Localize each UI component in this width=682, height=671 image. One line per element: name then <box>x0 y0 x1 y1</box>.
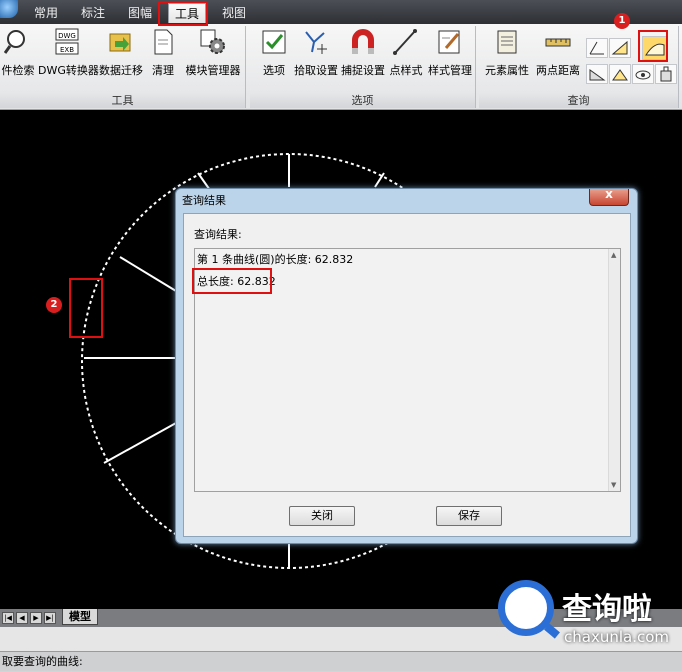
area-icon <box>589 69 606 81</box>
file-search-label: 件检索 <box>1 64 35 77</box>
tab-model[interactable]: 模型 <box>62 609 98 625</box>
dwg-converter-label: DWG转换器 <box>38 64 99 77</box>
highlight-query-length <box>638 30 668 62</box>
inertia-icon <box>635 70 651 80</box>
magnet-icon <box>352 29 374 54</box>
element-properties-button[interactable]: 元素属性 <box>483 28 531 84</box>
scroll-down-icon[interactable]: ▼ <box>611 481 616 489</box>
module-manager-button[interactable]: 模块管理器 <box>182 28 244 84</box>
highlight-curve <box>69 278 103 338</box>
tab-frame[interactable]: 图幅 <box>124 3 156 23</box>
module-manager-label: 模块管理器 <box>185 64 241 77</box>
query-angle-button[interactable] <box>586 38 608 58</box>
watermark-q-icon <box>498 580 554 636</box>
scroll-up-icon[interactable]: ▲ <box>611 251 616 259</box>
file-search-button[interactable]: 件检索 <box>0 28 36 84</box>
data-migration-label: 数据迁移 <box>99 64 143 77</box>
watermark-logo: 查询啦 chaxunla.com <box>498 578 674 658</box>
options-button[interactable]: 选项 <box>256 28 292 84</box>
purge-button[interactable]: 清理 <box>146 28 180 84</box>
ribbon-panel: 件检索 DWG EXB DWG转换器 数据迁移 清理 模块管理器 工具 选项 拾取… <box>0 24 682 110</box>
result-scrollbar[interactable]: ▲ ▼ <box>608 249 620 491</box>
watermark-en-text: chaxunla.com <box>564 628 669 646</box>
query-centroid-button[interactable] <box>609 64 631 84</box>
two-point-distance-button[interactable]: 两点距离 <box>534 28 582 84</box>
query-area-button[interactable] <box>586 64 608 84</box>
group-options: 选项 拾取设置 捕捉设置 点样式 样式管理 选项 <box>250 26 476 108</box>
app-logo[interactable] <box>0 0 18 18</box>
tab-dimension[interactable]: 标注 <box>77 3 109 23</box>
purge-label: 清理 <box>152 64 174 77</box>
data-migration-button[interactable]: 数据迁移 <box>97 28 145 84</box>
snap-settings-label: 捕捉设置 <box>341 64 385 77</box>
result-label: 查询结果: <box>194 228 242 241</box>
query-weight-button[interactable] <box>655 64 677 84</box>
group-options-label: 选项 <box>250 93 475 108</box>
save-button[interactable]: 保存 <box>436 506 502 526</box>
step-badge-1: 1 <box>614 13 630 29</box>
nav-next-icon[interactable]: ▶ <box>30 612 42 624</box>
step-badge-2: 2 <box>46 297 62 313</box>
element-properties-label: 元素属性 <box>485 64 529 77</box>
tab-common[interactable]: 常用 <box>30 3 62 23</box>
checkmark-icon <box>262 30 286 54</box>
triangle-icon <box>611 40 628 55</box>
close-button[interactable]: 关闭 <box>289 506 355 526</box>
ruler-icon <box>545 38 571 47</box>
scroll-icon <box>497 30 517 54</box>
dwg-exb-icon: DWG EXB <box>55 28 79 55</box>
spoke-lower-left <box>103 422 177 464</box>
ribbon-tab-bar: 常用 标注 图幅 工具 视图 <box>0 0 682 24</box>
style-manager-button[interactable]: 样式管理 <box>426 28 474 84</box>
pick-settings-button[interactable]: 拾取设置 <box>292 28 340 84</box>
gear-icon <box>200 29 225 54</box>
document-clean-icon <box>154 29 173 55</box>
highlight-total-length <box>192 268 272 294</box>
options-label: 选项 <box>263 64 285 77</box>
nav-first-icon[interactable]: |◀ <box>2 612 14 624</box>
dialog-close-button[interactable] <box>589 187 629 206</box>
point-style-icon <box>393 29 417 55</box>
query-result-dialog: 查询结果 查询结果: 第 1 条曲线(圆)的长度: 62.832 总长度: 62… <box>175 187 638 544</box>
group-query-label: 查询 <box>479 93 678 108</box>
folder-migrate-icon <box>109 33 131 52</box>
query-inertia-button[interactable] <box>632 64 654 84</box>
result-line-1: 第 1 条曲线(圆)的长度: 62.832 <box>197 253 354 266</box>
nav-last-icon[interactable]: ▶| <box>44 612 56 624</box>
nav-prev-icon[interactable]: ◀ <box>16 612 28 624</box>
snap-settings-button[interactable]: 捕捉设置 <box>339 28 387 84</box>
point-style-button[interactable]: 点样式 <box>387 28 425 84</box>
pick-cursor-icon <box>305 31 327 54</box>
highlight-tools-tab <box>158 1 208 26</box>
magnifier-icon <box>4 30 25 54</box>
angle-icon <box>589 41 604 55</box>
group-tools: 件检索 DWG EXB DWG转换器 数据迁移 清理 模块管理器 工具 <box>0 26 246 108</box>
style-brush-icon <box>438 30 460 54</box>
dwg-converter-button[interactable]: DWG EXB DWG转换器 <box>38 28 99 84</box>
style-manager-label: 样式管理 <box>428 64 472 77</box>
pick-settings-label: 拾取设置 <box>294 64 338 77</box>
centroid-icon <box>612 69 628 81</box>
two-point-distance-label: 两点距离 <box>536 64 580 77</box>
dwg-icon-text: DWG <box>58 32 76 40</box>
query-triangle-button[interactable] <box>609 38 631 58</box>
weight-icon <box>660 66 672 82</box>
dialog-body: 查询结果: 第 1 条曲线(圆)的长度: 62.832 总长度: 62.832 … <box>183 213 631 537</box>
group-tools-label: 工具 <box>0 93 245 108</box>
point-style-label: 点样式 <box>389 64 423 77</box>
spoke-upper-left <box>119 256 177 292</box>
dialog-title: 查询结果 <box>182 194 226 207</box>
watermark-cn-text: 查询啦 <box>562 592 652 627</box>
exb-icon-text: EXB <box>60 46 74 54</box>
tab-view[interactable]: 视图 <box>218 3 250 23</box>
